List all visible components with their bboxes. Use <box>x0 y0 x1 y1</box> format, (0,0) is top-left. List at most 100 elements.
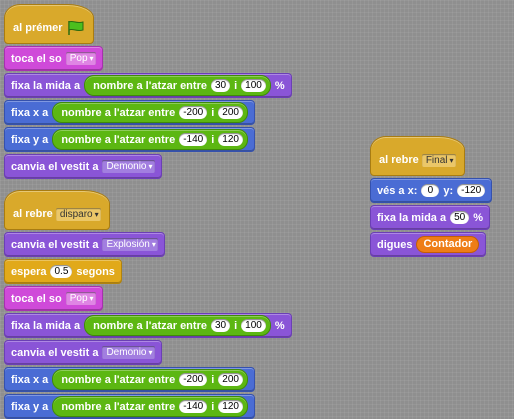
y-label: y: <box>443 184 454 197</box>
script-when-receive-final[interactable]: al rebre Final ▾ vés a x: 0 y: -120 fixa … <box>370 136 493 257</box>
costume-dropdown[interactable]: Explosión ▾ <box>102 238 158 251</box>
dropdown-arrow-icon: ▾ <box>89 294 94 303</box>
green-flag-icon <box>67 20 84 35</box>
set-y-block[interactable]: fixa y a nombre a l'atzar entre -140 i 1… <box>4 127 255 152</box>
operator-label: nombre a l'atzar entre <box>93 319 207 332</box>
block-label: toca el so <box>11 292 62 305</box>
wait-block[interactable]: espera 0.5 segons <box>4 259 122 284</box>
sound-dropdown[interactable]: Pop ▾ <box>65 292 96 305</box>
operator-label: nombre a l'atzar entre <box>61 133 176 146</box>
set-size-block[interactable]: fixa la mida a nombre a l'atzar entre 30… <box>4 73 292 98</box>
hat-label: al prémer <box>13 22 63 34</box>
number-input[interactable]: -200 <box>179 373 208 386</box>
pick-random-block[interactable]: nombre a l'atzar entre -140 i 120 <box>52 396 248 417</box>
dropdown-arrow-icon: ▾ <box>148 348 153 357</box>
block-label: fixa x a <box>11 373 49 386</box>
block-label: fixa la mida a <box>11 79 81 92</box>
dropdown-value: Pop <box>69 53 88 64</box>
operator-separator: i <box>234 79 238 92</box>
play-sound-block[interactable]: toca el so Pop ▾ <box>4 46 103 71</box>
switch-costume-block[interactable]: canvia el vestit a Demonio ▾ <box>4 340 162 365</box>
number-input[interactable]: 200 <box>218 373 243 386</box>
set-x-block[interactable]: fixa x a nombre a l'atzar entre -200 i 2… <box>4 100 255 125</box>
play-sound-block[interactable]: toca el so Pop ▾ <box>4 286 103 311</box>
number-input[interactable]: -140 <box>179 400 208 413</box>
set-y-block[interactable]: fixa y a nombre a l'atzar entre -140 i 1… <box>4 394 255 419</box>
hat-label: al rebre <box>13 208 53 220</box>
block-label: canvia el vestit a <box>11 160 99 173</box>
block-label: digues <box>377 238 413 251</box>
dropdown-value: Final <box>425 154 448 166</box>
operator-separator: i <box>211 106 215 119</box>
costume-dropdown[interactable]: Demonio ▾ <box>102 346 155 359</box>
operator-label: nombre a l'atzar entre <box>61 400 176 413</box>
set-size-block[interactable]: fixa la mida a nombre a l'atzar entre 30… <box>4 313 292 338</box>
operator-separator: i <box>211 373 215 386</box>
block-label: espera <box>11 265 47 278</box>
number-input[interactable]: 100 <box>241 79 266 92</box>
dropdown-arrow-icon: ▾ <box>449 155 454 165</box>
number-input[interactable]: -140 <box>179 133 208 146</box>
dropdown-arrow-icon: ▾ <box>148 162 153 171</box>
block-label: canvia el vestit a <box>11 346 99 359</box>
operator-label: nombre a l'atzar entre <box>61 106 176 119</box>
sound-dropdown[interactable]: Pop ▾ <box>65 52 96 65</box>
when-i-receive-hat[interactable]: al rebre disparo ▾ <box>4 190 110 230</box>
operator-separator: i <box>234 319 238 332</box>
when-flag-clicked-hat[interactable]: al prémer <box>4 4 94 44</box>
block-label: toca el so <box>11 52 62 65</box>
operator-label: nombre a l'atzar entre <box>93 79 207 92</box>
dropdown-value: Explosión <box>106 239 150 250</box>
number-input[interactable]: 120 <box>218 400 243 413</box>
dropdown-arrow-icon: ▾ <box>94 209 99 219</box>
set-x-block[interactable]: fixa x a nombre a l'atzar entre -200 i 2… <box>4 367 255 392</box>
hat-label: al rebre <box>379 154 419 166</box>
number-input[interactable]: 0.5 <box>50 265 73 278</box>
y-input[interactable]: -120 <box>457 184 486 197</box>
message-dropdown[interactable]: Final ▾ <box>421 153 456 167</box>
number-input[interactable]: 200 <box>218 106 243 119</box>
script-when-receive-disparo[interactable]: al rebre disparo ▾ canvia el vestit a Exp… <box>4 190 292 419</box>
pick-random-block[interactable]: nombre a l'atzar entre -200 i 200 <box>52 102 248 123</box>
go-to-xy-block[interactable]: vés a x: 0 y: -120 <box>370 178 493 203</box>
when-i-receive-hat[interactable]: al rebre Final ▾ <box>370 136 465 176</box>
block-label: fixa la mida a <box>377 211 447 224</box>
switch-costume-block[interactable]: canvia el vestit a Explosión ▾ <box>4 232 165 257</box>
pick-random-block[interactable]: nombre a l'atzar entre 30 i 100 <box>84 315 271 336</box>
block-label: fixa la mida a <box>11 319 81 332</box>
switch-costume-block[interactable]: canvia el vestit a Demonio ▾ <box>4 154 162 179</box>
number-input[interactable]: 100 <box>241 319 266 332</box>
number-input[interactable]: 30 <box>210 319 231 332</box>
dropdown-arrow-icon: ▾ <box>89 54 94 63</box>
say-block[interactable]: digues Contador <box>370 232 487 257</box>
operator-separator: i <box>211 133 215 146</box>
percent-suffix: % <box>274 79 285 92</box>
costume-dropdown[interactable]: Demonio ▾ <box>102 160 155 173</box>
dropdown-value: Demonio <box>106 347 147 358</box>
operator-separator: i <box>211 400 215 413</box>
set-size-block[interactable]: fixa la mida a 50 % <box>370 205 490 230</box>
pick-random-block[interactable]: nombre a l'atzar entre -140 i 120 <box>52 129 248 150</box>
number-input[interactable]: 30 <box>210 79 231 92</box>
dropdown-value: Pop <box>69 293 88 304</box>
block-label: fixa x a <box>11 106 49 119</box>
seconds-suffix: segons <box>76 265 115 278</box>
block-label: fixa y a <box>11 400 49 413</box>
pick-random-block[interactable]: nombre a l'atzar entre 30 i 100 <box>84 75 271 96</box>
percent-suffix: % <box>274 319 285 332</box>
x-input[interactable]: 0 <box>421 184 440 197</box>
script-when-flag-clicked[interactable]: al prémer toca el so Pop ▾ fixa la mida a… <box>4 4 292 179</box>
number-input[interactable]: -200 <box>179 106 208 119</box>
dropdown-value: disparo <box>59 208 93 220</box>
percent-suffix: % <box>473 211 483 224</box>
message-dropdown[interactable]: disparo ▾ <box>55 207 101 221</box>
operator-label: nombre a l'atzar entre <box>61 373 176 386</box>
block-label: fixa y a <box>11 133 49 146</box>
block-label: vés a x: <box>377 184 418 197</box>
block-label: canvia el vestit a <box>11 238 99 251</box>
number-input[interactable]: 120 <box>218 133 243 146</box>
variable-reporter[interactable]: Contador <box>416 236 480 253</box>
pick-random-block[interactable]: nombre a l'atzar entre -200 i 200 <box>52 369 248 390</box>
number-input[interactable]: 50 <box>450 211 470 224</box>
dropdown-value: Demonio <box>106 161 147 172</box>
